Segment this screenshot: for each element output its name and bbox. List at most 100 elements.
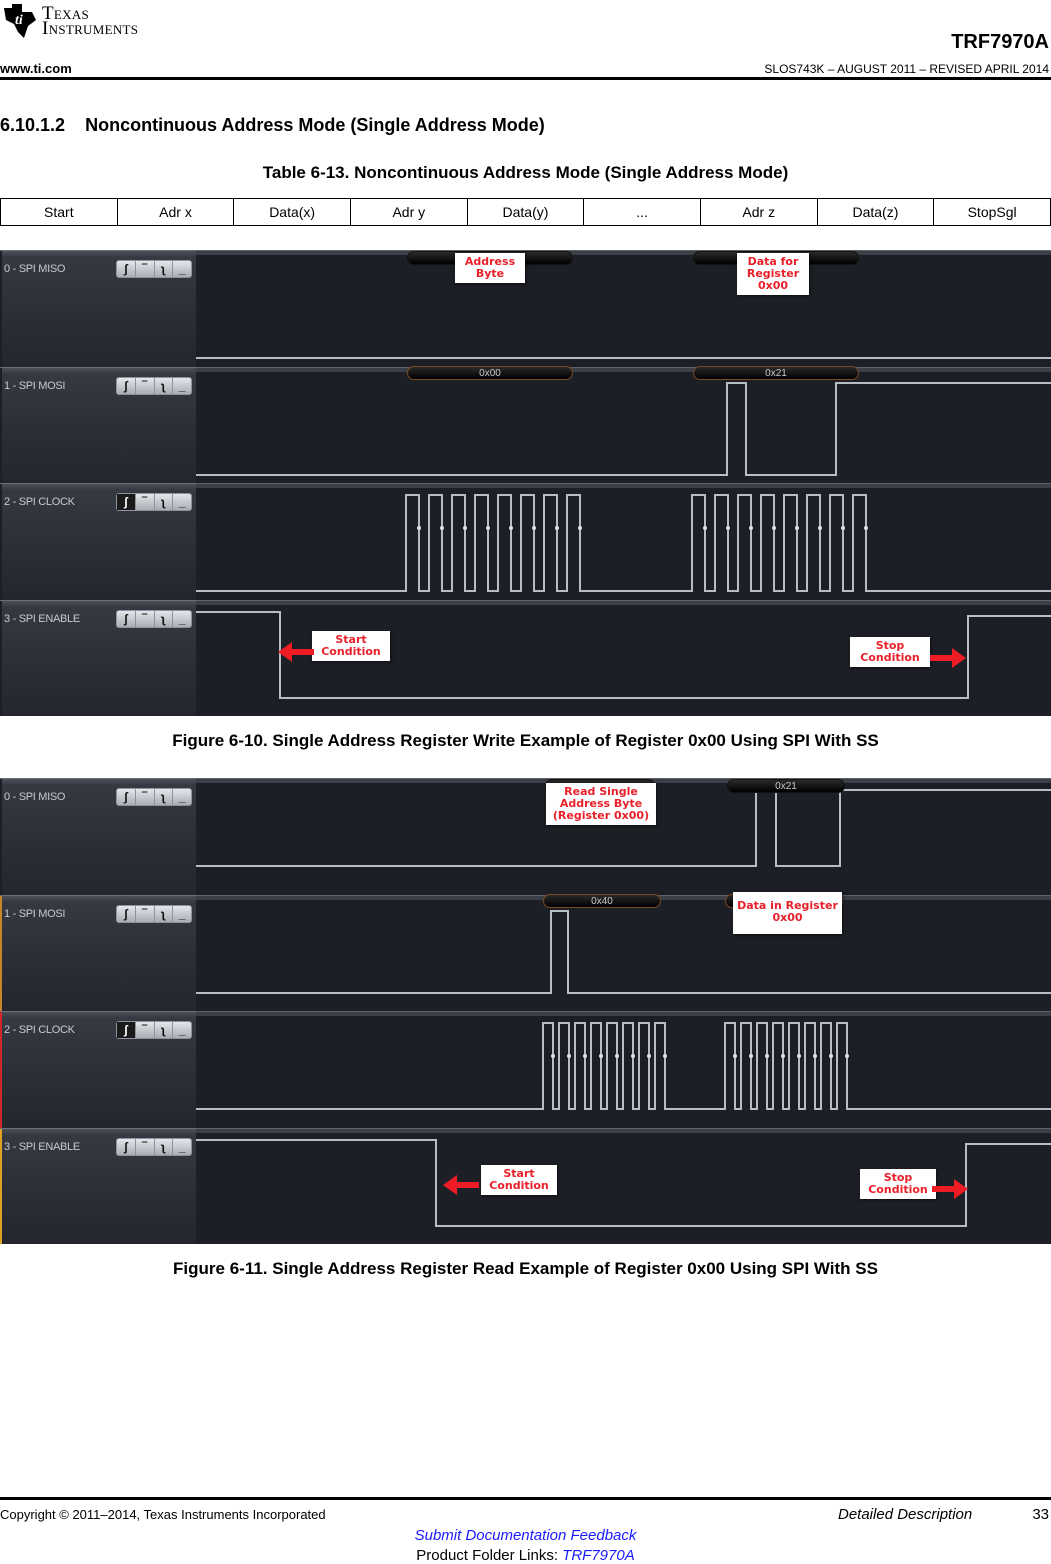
channel-label-panel[interactable]: 3 - SPI ENABLE ʃ ‾ ʅ _ xyxy=(0,599,196,716)
high-trigger-icon[interactable]: ‾ xyxy=(136,261,155,277)
sample-marker xyxy=(509,526,513,530)
sample-marker xyxy=(749,1054,753,1058)
product-link[interactable]: TRF7970A xyxy=(562,1547,635,1564)
falling-edge-trigger-icon[interactable]: ʅ xyxy=(155,1022,174,1038)
mosi-decoded-byte: 0x21 xyxy=(693,366,859,380)
channel-name: 1 - SPI MOSI xyxy=(4,907,66,920)
channel-lane: 1 - SPI MOSI ʃ ‾ ʅ _ xyxy=(0,366,1051,483)
rising-edge-trigger-icon[interactable]: ʃ xyxy=(117,261,136,277)
rising-edge-trigger-icon[interactable]: ʃ xyxy=(117,494,136,510)
table-cell: StopSgl xyxy=(933,198,1051,226)
svg-text:ti: ti xyxy=(15,13,23,28)
high-trigger-icon[interactable]: ‾ xyxy=(136,610,155,627)
trigger-selector[interactable]: ʃ ‾ ʅ _ xyxy=(116,609,192,628)
channel-name: 3 - SPI ENABLE xyxy=(4,1140,80,1153)
trigger-selector[interactable]: ʃ ‾ ʅ _ xyxy=(116,904,192,923)
channel-label-panel[interactable]: 1 - SPI MOSI ʃ ‾ ʅ _ xyxy=(0,894,196,1011)
product-folder-links: Product Folder Links: TRF7970A xyxy=(0,1547,1051,1564)
rising-edge-trigger-icon[interactable]: ʃ xyxy=(117,789,136,805)
sample-marker xyxy=(781,1054,785,1058)
high-trigger-icon[interactable]: ‾ xyxy=(136,1138,155,1155)
trigger-selector[interactable]: ʃ ‾ ʅ _ xyxy=(116,493,192,511)
sample-marker xyxy=(726,526,730,530)
falling-edge-trigger-icon[interactable]: ʅ xyxy=(155,789,174,805)
table-caption: Table 6-13. Noncontinuous Address Mode (… xyxy=(262,163,789,182)
channel-label-panel[interactable]: 2 - SPI CLOCK ʃ ‾ ʅ _ xyxy=(0,1011,196,1128)
trigger-selector[interactable]: ʃ ‾ ʅ _ xyxy=(116,788,192,806)
channel-name: 2 - SPI CLOCK xyxy=(4,1024,75,1036)
section-title: Noncontinuous Address Mode (Single Addre… xyxy=(85,115,545,135)
low-trigger-icon[interactable]: _ xyxy=(173,611,191,627)
annotation-data-in-register: Data in Register 0x00 xyxy=(733,892,842,934)
channel-name: 1 - SPI MOSI xyxy=(4,379,66,392)
rising-edge-trigger-icon[interactable]: ʃ xyxy=(117,1138,136,1155)
trigger-selector[interactable]: ʃ ‾ ʅ _ xyxy=(116,260,192,278)
channel-label-panel[interactable]: 0 - SPI MISO ʃ ‾ ʅ _ xyxy=(0,250,196,367)
section-heading: 6.10.1.2 Noncontinuous Address Mode (Sin… xyxy=(0,115,545,136)
channel-label-panel[interactable]: 3 - SPI ENABLE ʃ ‾ ʅ _ xyxy=(0,1127,196,1244)
table-row: Start Adr x Data(x) Adr y Data(y) ... Ad… xyxy=(0,198,1051,226)
high-trigger-icon[interactable]: ‾ xyxy=(136,1022,155,1038)
low-trigger-icon[interactable]: _ xyxy=(173,1139,191,1155)
rising-edge-trigger-icon[interactable]: ʃ xyxy=(117,377,136,394)
trigger-selector[interactable]: ʃ ‾ ʅ _ xyxy=(116,1137,192,1156)
channel-label-panel[interactable]: 1 - SPI MOSI ʃ ‾ ʅ _ xyxy=(0,366,196,483)
sample-marker xyxy=(551,1054,555,1058)
annotation-stop-condition: Stop Condition xyxy=(850,637,930,667)
table-cell: ... xyxy=(583,198,701,226)
falling-edge-trigger-icon[interactable]: ʅ xyxy=(155,1138,174,1155)
falling-edge-trigger-icon[interactable]: ʅ xyxy=(155,377,174,394)
high-trigger-icon[interactable]: ‾ xyxy=(136,789,155,805)
falling-edge-trigger-icon[interactable]: ʅ xyxy=(155,261,174,277)
channel-color-marker xyxy=(0,484,2,600)
website-link[interactable]: www.ti.com xyxy=(0,61,72,76)
annotation-start-condition: Start Condition xyxy=(481,1165,557,1195)
signal-trace xyxy=(196,494,1051,592)
falling-edge-trigger-icon[interactable]: ʅ xyxy=(155,494,174,510)
annotation-start-condition: Start Condition xyxy=(312,631,390,661)
channel-lane: 2 - SPI CLOCK ʃ ‾ ʅ _ xyxy=(0,483,1051,600)
figure-caption-read: Figure 6-11. Single Address Register Rea… xyxy=(173,1259,878,1278)
falling-edge-trigger-icon[interactable]: ʅ xyxy=(155,610,174,627)
signal-trace xyxy=(196,1022,1051,1110)
part-number: TRF7970A xyxy=(951,31,1049,53)
table-cell: Start xyxy=(0,198,118,226)
sample-marker xyxy=(440,526,444,530)
sample-marker xyxy=(567,1054,571,1058)
sample-marker xyxy=(845,1054,849,1058)
low-trigger-icon[interactable]: _ xyxy=(173,789,191,805)
low-trigger-icon[interactable]: _ xyxy=(173,261,191,277)
sample-marker xyxy=(733,1054,737,1058)
channel-lane: 2 - SPI CLOCK ʃ ‾ ʅ _ xyxy=(0,1011,1051,1128)
channel-color-marker xyxy=(0,1012,2,1128)
channel-label-panel[interactable]: 0 - SPI MISO ʃ ‾ ʅ _ xyxy=(0,778,196,895)
table-cell: Data(x) xyxy=(233,198,351,226)
low-trigger-icon[interactable]: _ xyxy=(173,1022,191,1038)
table-cell: Data(z) xyxy=(816,198,935,226)
high-trigger-icon[interactable]: ‾ xyxy=(136,377,155,394)
low-trigger-icon[interactable]: _ xyxy=(173,906,191,922)
sample-marker xyxy=(615,1054,619,1058)
section-number: 6.10.1.2 xyxy=(0,115,66,135)
falling-edge-trigger-icon[interactable]: ʅ xyxy=(155,905,174,922)
trigger-selector[interactable]: ʃ ‾ ʅ _ xyxy=(116,376,192,395)
mosi-decoded-byte: 0x00 xyxy=(407,366,573,380)
sample-marker xyxy=(647,1054,651,1058)
annotation-data-for-register: Data for Register 0x00 xyxy=(737,253,809,295)
product-links-label: Product Folder Links: xyxy=(416,1547,563,1564)
low-trigger-icon[interactable]: _ xyxy=(173,378,191,394)
channel-color-marker xyxy=(0,1128,2,1244)
rising-edge-trigger-icon[interactable]: ʃ xyxy=(117,905,136,922)
high-trigger-icon[interactable]: ‾ xyxy=(136,905,155,922)
sample-marker xyxy=(818,526,822,530)
trigger-selector[interactable]: ʃ ‾ ʅ _ xyxy=(116,1021,192,1039)
rising-edge-trigger-icon[interactable]: ʃ xyxy=(117,610,136,627)
high-trigger-icon[interactable]: ‾ xyxy=(136,494,155,510)
sample-marker xyxy=(486,526,490,530)
channel-label-panel[interactable]: 2 - SPI CLOCK ʃ ‾ ʅ _ xyxy=(0,483,196,600)
low-trigger-icon[interactable]: _ xyxy=(173,494,191,510)
submit-feedback-link[interactable]: Submit Documentation Feedback xyxy=(0,1527,1051,1544)
rising-edge-trigger-icon[interactable]: ʃ xyxy=(117,1022,136,1038)
channel-color-marker xyxy=(0,779,2,895)
table-cell: Adr y xyxy=(349,198,468,226)
